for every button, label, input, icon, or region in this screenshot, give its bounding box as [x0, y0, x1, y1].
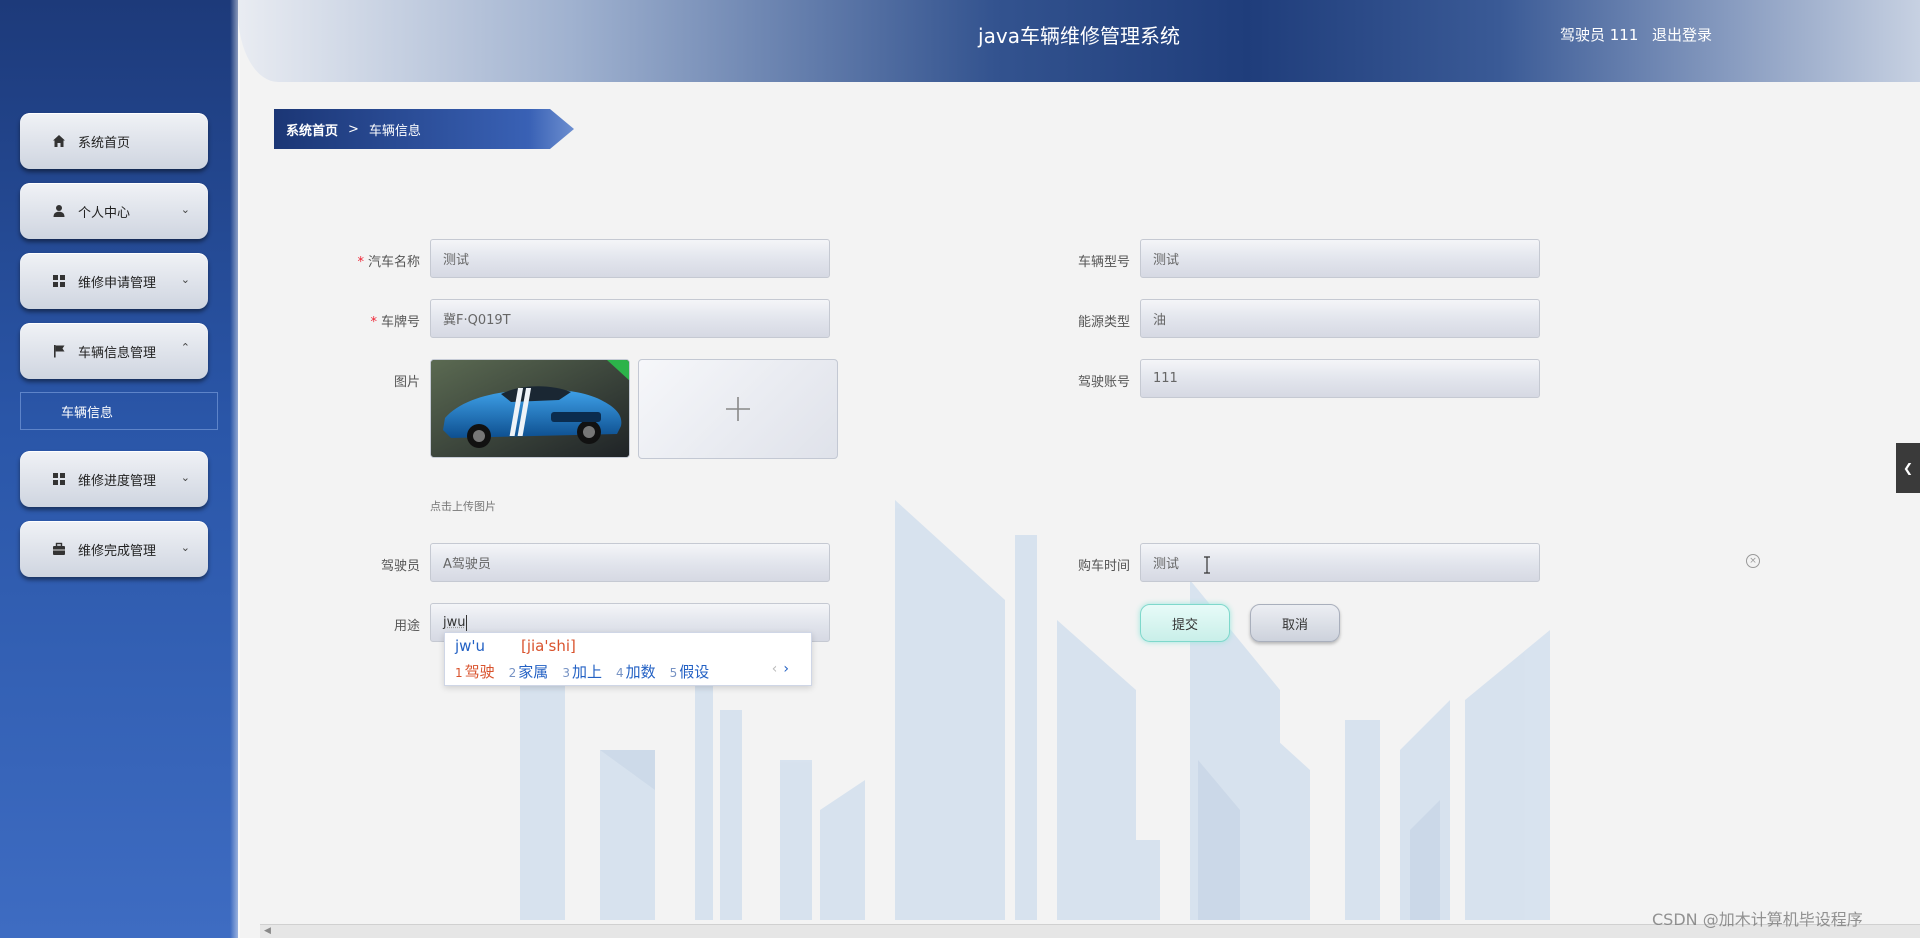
chevron-up-icon: ⌃ — [180, 341, 190, 354]
scroll-left-icon[interactable]: ◀ — [264, 926, 271, 936]
sidebar-item-label: 维修申请管理 — [78, 275, 157, 291]
ime-composition: jw'u — [455, 637, 486, 655]
sidebar-item-home[interactable]: 系统首页 — [20, 113, 208, 169]
ime-candidate[interactable]: 2 家属 — [509, 661, 549, 682]
breadcrumb-current: 车辆信息 — [368, 123, 421, 139]
logout-link[interactable]: 退出登录 — [1652, 24, 1712, 45]
upload-tip: 点击上传图片 — [430, 500, 496, 513]
car-model-label: 车辆型号 — [1077, 255, 1130, 270]
flag-icon — [52, 344, 66, 358]
ime-candidate[interactable]: 4 加数 — [616, 661, 656, 682]
grid-icon — [52, 472, 66, 486]
ime-candidate[interactable]: 3 加上 — [562, 661, 602, 682]
clear-icon[interactable]: × — [1746, 554, 1760, 568]
collapse-panel-toggle[interactable]: ❮ — [1896, 443, 1920, 493]
purchase-time-input[interactable]: 测试 — [1140, 543, 1540, 582]
ime-candidate-list: 1 驾驶 2 家属 3 加上 4 加数 5 假设 — [455, 661, 709, 682]
sidebar-item-repair-complete[interactable]: 维修完成管理 ⌄ — [20, 521, 208, 577]
car-name-input[interactable]: 测试 — [430, 239, 830, 278]
driver-label: 驾驶员 — [380, 559, 420, 574]
sidebar: 系统首页 个人中心 ⌄ 维修申请管理 ⌄ 车辆信息管理 ⌃ 车辆信息 维修进度管… — [0, 0, 240, 938]
ime-candidate[interactable]: 1 驾驶 — [455, 661, 495, 682]
driver-account-label: 驾驶账号 — [1077, 375, 1130, 390]
car-name-label: * 汽车名称 — [357, 255, 420, 270]
energy-type-input[interactable]: 油 — [1140, 299, 1540, 338]
ime-pinyin: [jia'shi] — [521, 637, 576, 655]
caret — [466, 614, 468, 631]
chevron-down-icon: ⌄ — [180, 541, 190, 554]
ime-candidate-popup: jw'u [jia'shi] 1 驾驶 2 家属 3 加上 4 加数 5 假设 ‹ › — [444, 632, 812, 686]
sidebar-item-label: 车辆信息管理 — [78, 345, 157, 361]
plate-label: * 车牌号 — [370, 315, 420, 330]
chevron-down-icon: ⌄ — [180, 273, 190, 286]
user-icon — [52, 204, 66, 218]
breadcrumb: 系统首页 > 车辆信息 — [274, 109, 574, 149]
sidebar-item-label: 系统首页 — [78, 135, 131, 151]
top-header: java车辆维修管理系统 驾驶员 111 退出登录 — [238, 0, 1920, 82]
watermark: CSDN @加木计算机毕设程序 — [1652, 910, 1863, 929]
ime-prev-page-icon[interactable]: ‹ — [772, 661, 778, 677]
sidebar-subitem-label: 车辆信息 — [61, 405, 114, 421]
ime-candidate[interactable]: 5 假设 — [670, 661, 710, 682]
current-user: 驾驶员 111 — [1560, 26, 1639, 44]
submit-button[interactable]: 提交 — [1140, 604, 1230, 642]
chevron-down-icon: ⌄ — [180, 203, 190, 216]
purchase-time-label: 购车时间 — [1077, 559, 1130, 574]
image-label: 图片 — [393, 375, 420, 390]
sidebar-item-repair-progress[interactable]: 维修进度管理 ⌄ — [20, 451, 208, 507]
sidebar-item-label: 维修完成管理 — [78, 543, 157, 559]
breadcrumb-separator: > — [348, 121, 359, 137]
home-icon — [52, 134, 66, 148]
car-photo — [431, 360, 629, 457]
sidebar-item-repair-request[interactable]: 维修申请管理 ⌄ — [20, 253, 208, 309]
text-cursor-icon — [1204, 556, 1210, 574]
ime-page-nav: ‹ › — [772, 661, 789, 677]
sidebar-item-label: 个人中心 — [78, 205, 131, 221]
plate-input[interactable]: 冀F·Q019T — [430, 299, 830, 338]
briefcase-icon — [52, 542, 66, 556]
chevron-left-icon: ❮ — [1902, 461, 1914, 475]
sidebar-subitem-vehicle-info[interactable]: 车辆信息 — [20, 392, 218, 430]
sidebar-item-vehicle-info[interactable]: 车辆信息管理 ⌃ — [20, 323, 208, 379]
sidebar-item-label: 维修进度管理 — [78, 473, 157, 489]
driver-input[interactable]: A驾驶员 — [430, 543, 830, 582]
energy-type-label: 能源类型 — [1077, 315, 1130, 330]
uploaded-car-image[interactable] — [430, 359, 630, 458]
ime-next-page-icon[interactable]: › — [783, 661, 789, 677]
chevron-down-icon: ⌄ — [180, 471, 190, 484]
grid-icon — [52, 274, 66, 288]
plus-icon — [726, 397, 750, 421]
usage-label: 用途 — [393, 619, 420, 634]
breadcrumb-home[interactable]: 系统首页 — [286, 120, 338, 139]
driver-account-input[interactable]: 111 — [1140, 359, 1540, 398]
sidebar-item-profile[interactable]: 个人中心 ⌄ — [20, 183, 208, 239]
cancel-button[interactable]: 取消 — [1250, 604, 1340, 642]
car-model-input[interactable]: 测试 — [1140, 239, 1540, 278]
add-image-button[interactable] — [638, 359, 838, 459]
